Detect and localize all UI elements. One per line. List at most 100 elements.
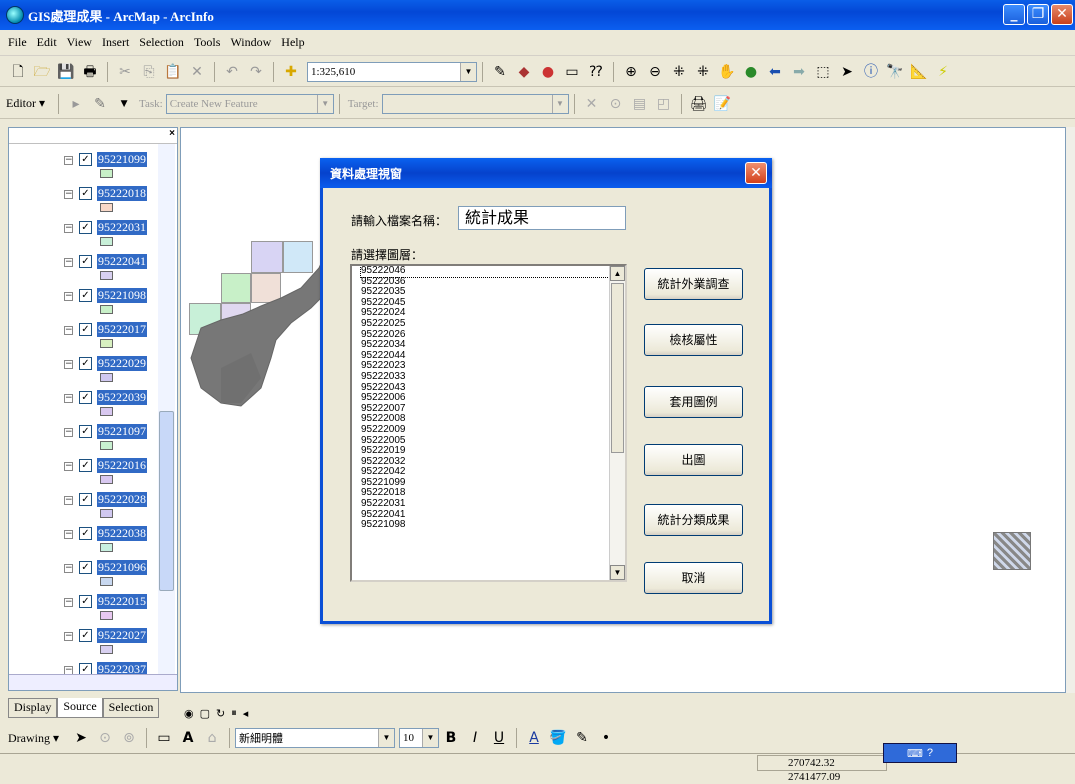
layer-symbol-swatch[interactable] bbox=[100, 475, 113, 484]
layer-name[interactable]: 95222015 bbox=[97, 594, 147, 609]
layer-name[interactable]: 95221096 bbox=[97, 560, 147, 575]
map-vertical-scrollbar[interactable] bbox=[1066, 127, 1075, 693]
layer-name[interactable]: 95221097 bbox=[97, 424, 147, 439]
drawing-menu[interactable]: Drawing ▾ bbox=[8, 731, 59, 746]
sketch-dropdown-icon[interactable]: ▼ bbox=[115, 95, 133, 113]
callout-icon[interactable]: ⌂ bbox=[203, 729, 221, 747]
minimize-button[interactable]: _ bbox=[1003, 4, 1025, 25]
collapse-icon[interactable]: − bbox=[64, 394, 73, 403]
layer-list-item[interactable]: 95222025 bbox=[361, 318, 625, 330]
chevron-down-icon[interactable]: ▼ bbox=[422, 729, 439, 747]
close-icon[interactable]: × bbox=[169, 128, 175, 139]
italic-icon[interactable]: I bbox=[466, 729, 484, 747]
tab-selection[interactable]: Selection bbox=[102, 698, 160, 718]
collapse-icon[interactable]: − bbox=[64, 428, 73, 437]
task-combo[interactable]: Create New Feature ▼ bbox=[165, 93, 334, 114]
layer-list-item[interactable]: 95222046 bbox=[360, 266, 618, 278]
editor-menu[interactable]: Editor ▾ bbox=[6, 96, 45, 111]
zoom-whole-page-icon[interactable]: ⊚ bbox=[120, 729, 138, 747]
layer-visibility-checkbox[interactable]: ✓ bbox=[79, 289, 92, 302]
redo-icon[interactable]: ↷ bbox=[247, 63, 265, 81]
toc-scrollbar[interactable] bbox=[158, 144, 175, 674]
select-element-icon[interactable]: ➤ bbox=[72, 729, 90, 747]
underline-icon[interactable]: U bbox=[490, 729, 508, 747]
bold-icon[interactable]: B bbox=[442, 729, 460, 747]
tab-display[interactable]: Display bbox=[8, 698, 58, 718]
paste-icon[interactable]: 📋 bbox=[164, 63, 182, 81]
layer-visibility-checkbox[interactable]: ✓ bbox=[79, 425, 92, 438]
line-color-icon[interactable]: ✎ bbox=[573, 729, 591, 747]
chevron-down-icon[interactable]: ▼ bbox=[460, 62, 476, 81]
new-document-icon[interactable]: 🗋 bbox=[9, 63, 27, 81]
edit-tool-icon[interactable]: ▸ bbox=[67, 95, 85, 113]
target-combo[interactable]: ▼ bbox=[381, 93, 569, 114]
zoom-out-icon[interactable]: ⊖ bbox=[646, 63, 664, 81]
rotate-icon[interactable]: ⊙ bbox=[96, 729, 114, 747]
layer-visibility-checkbox[interactable]: ✓ bbox=[79, 493, 92, 506]
layer-symbol-swatch[interactable] bbox=[100, 237, 113, 246]
collapse-icon[interactable]: − bbox=[64, 564, 73, 573]
close-button[interactable]: ✕ bbox=[1051, 4, 1073, 25]
layer-visibility-checkbox[interactable]: ✓ bbox=[79, 187, 92, 200]
cancel-button[interactable]: 取消 bbox=[644, 562, 743, 594]
layer-name[interactable]: 95221099 bbox=[97, 152, 147, 167]
chevron-down-icon[interactable]: ▼ bbox=[378, 729, 395, 747]
toc-layer-item[interactable]: − ✓ 95222027 bbox=[9, 626, 169, 660]
rectangle-tool-icon[interactable]: ▭ bbox=[155, 729, 173, 747]
pause-icon[interactable]: ⏸ bbox=[231, 706, 237, 720]
stats-field-survey-button[interactable]: 統計外業調查 bbox=[644, 268, 743, 300]
fill-color-icon[interactable]: 🪣 bbox=[549, 729, 567, 747]
layer-list-item[interactable]: 95221098 bbox=[361, 520, 625, 531]
split-tool-icon[interactable]: ✕ bbox=[583, 95, 601, 113]
hyperlink-icon[interactable]: ⚡ bbox=[934, 63, 952, 81]
layer-name[interactable]: 95222031 bbox=[97, 220, 147, 235]
scroll-up-icon[interactable]: ▲ bbox=[610, 266, 625, 281]
layer-visibility-checkbox[interactable]: ✓ bbox=[79, 527, 92, 540]
menu-selection[interactable]: Selection bbox=[139, 35, 184, 50]
layer-name[interactable]: 95222017 bbox=[97, 322, 147, 337]
apply-legend-button[interactable]: 套用圖例 bbox=[644, 386, 743, 418]
layer-visibility-checkbox[interactable]: ✓ bbox=[79, 255, 92, 268]
collapse-icon[interactable]: − bbox=[64, 156, 73, 165]
layer-symbol-swatch[interactable] bbox=[100, 339, 113, 348]
toc-layer-item[interactable]: − ✓ 95222017 bbox=[9, 320, 169, 354]
layer-symbol-swatch[interactable] bbox=[100, 645, 113, 654]
menu-window[interactable]: Window bbox=[230, 35, 271, 50]
layer-name[interactable]: 95222027 bbox=[97, 628, 147, 643]
copy-icon[interactable]: ⎘ bbox=[140, 63, 158, 81]
collapse-icon[interactable]: − bbox=[64, 462, 73, 471]
toc-layer-item[interactable]: − ✓ 95222039 bbox=[9, 388, 169, 422]
layer-visibility-checkbox[interactable]: ✓ bbox=[79, 459, 92, 472]
font-color-icon[interactable]: A bbox=[525, 729, 543, 747]
collapse-icon[interactable]: − bbox=[64, 632, 73, 641]
toc-layer-item[interactable]: − ✓ 95221098 bbox=[9, 286, 169, 320]
select-elements-icon[interactable]: ➤ bbox=[838, 63, 856, 81]
output-map-button[interactable]: 出圖 bbox=[644, 444, 743, 476]
menu-insert[interactable]: Insert bbox=[102, 35, 129, 50]
layer-name[interactable]: 95222041 bbox=[97, 254, 147, 269]
toc-horizontal-scrollbar[interactable] bbox=[9, 674, 177, 690]
toc-layer-item[interactable]: − ✓ 95221096 bbox=[9, 558, 169, 592]
font-size-combo[interactable]: 10 ▼ bbox=[399, 728, 440, 748]
collapse-icon[interactable]: − bbox=[64, 326, 73, 335]
open-folder-icon[interactable]: 🗁 bbox=[33, 63, 51, 81]
cut-icon[interactable]: ✂ bbox=[116, 63, 134, 81]
layer-name[interactable]: 95222016 bbox=[97, 458, 147, 473]
tab-source[interactable]: Source bbox=[57, 698, 103, 718]
layer-visibility-checkbox[interactable]: ✓ bbox=[79, 221, 92, 234]
collapse-icon[interactable]: − bbox=[64, 224, 73, 233]
layer-list-item[interactable]: 95222033 bbox=[361, 371, 625, 383]
marker-color-icon[interactable]: • bbox=[597, 729, 615, 747]
layer-visibility-checkbox[interactable]: ✓ bbox=[79, 629, 92, 642]
arccatalog-icon[interactable]: ● bbox=[539, 63, 557, 81]
layer-symbol-swatch[interactable] bbox=[100, 373, 113, 382]
add-data-icon[interactable]: ✚ bbox=[282, 63, 300, 81]
measure-icon[interactable]: 📐 bbox=[910, 63, 928, 81]
rotate-tool-icon[interactable]: ⊙ bbox=[607, 95, 625, 113]
topology-icon[interactable]: 📝 bbox=[714, 95, 732, 113]
layer-symbol-swatch[interactable] bbox=[100, 169, 113, 178]
menu-help[interactable]: Help bbox=[281, 35, 304, 50]
layer-visibility-checkbox[interactable]: ✓ bbox=[79, 561, 92, 574]
toc-layer-item[interactable]: − ✓ 95221097 bbox=[9, 422, 169, 456]
layout-view-icon[interactable]: ▢ bbox=[200, 707, 210, 720]
